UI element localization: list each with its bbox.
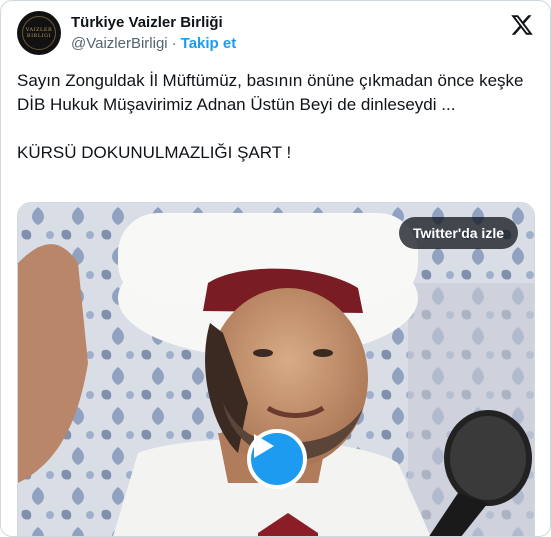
tweet-embed-card: VAIZLER BIRLIGI Türkiye Vaizler Birliği … — [0, 0, 551, 537]
tweet-paragraph-2: KÜRSÜ DOKUNULMAZLIĞI ŞART ! — [17, 143, 292, 162]
x-logo-icon[interactable] — [510, 13, 534, 37]
tweet-text: Sayın Zonguldak İl Müftümüz, basının önü… — [17, 69, 534, 165]
play-icon — [254, 434, 274, 458]
play-button[interactable] — [247, 429, 307, 489]
avatar-logo: VAIZLER BIRLIGI — [22, 16, 56, 50]
avatar[interactable]: VAIZLER BIRLIGI — [17, 11, 61, 55]
author-display-name[interactable]: Türkiye Vaizler Birliği — [71, 13, 236, 33]
author-names: Türkiye Vaizler Birliği @VaizlerBirligi ·… — [71, 13, 236, 54]
author-handle-row: @VaizlerBirligi · Takip et — [71, 34, 236, 54]
watch-on-twitter-button[interactable]: Twitter'da izle — [399, 217, 518, 249]
follow-button[interactable]: Takip et — [181, 35, 237, 52]
author-handle[interactable]: @VaizlerBirligi — [71, 35, 168, 52]
separator-dot: · — [171, 35, 177, 52]
video-media[interactable]: Twitter'da izle — [17, 202, 535, 536]
tweet-paragraph-1: Sayın Zonguldak İl Müftümüz, basının önü… — [17, 71, 524, 114]
avatar-text-line-2: BIRLIGI — [26, 33, 52, 39]
tweet-header: VAIZLER BIRLIGI Türkiye Vaizler Birliği … — [17, 9, 534, 57]
